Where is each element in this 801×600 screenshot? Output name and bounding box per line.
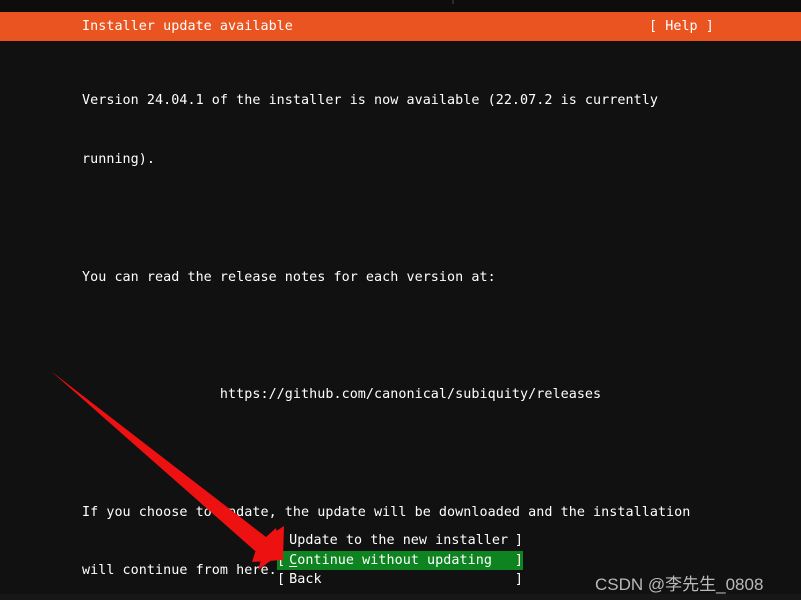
button-label: Back: [289, 572, 322, 588]
button-list: [ Update to the new installer ] [ Contin…: [277, 531, 523, 590]
text-line: running).: [82, 151, 156, 167]
top-edge-strip: [0, 0, 801, 12]
content-area: Version 24.04.1 of the installer is now …: [0, 41, 801, 600]
bracket-right: ]: [514, 533, 523, 548]
button-back[interactable]: [ Back ]: [277, 570, 523, 590]
text-line: If you choose to update, the update will…: [82, 504, 691, 520]
bracket-left: [: [277, 533, 286, 548]
release-notes-url: https://github.com/canonical/subiquity/r…: [82, 387, 602, 403]
bracket-right: ]: [514, 572, 523, 588]
button-label: Update to the new installer: [289, 533, 509, 548]
text-line-blank: [82, 209, 690, 229]
text-line: Version 24.04.1 of the installer is now …: [82, 93, 658, 109]
watermark: CSDN @李先生_0808: [595, 575, 764, 594]
button-update-to-new-installer[interactable]: [ Update to the new installer ]: [277, 531, 523, 551]
bracket-left: [: [277, 552, 286, 568]
header-bar: Installer update available [ Help ]: [0, 12, 801, 41]
bracket-left: [: [277, 572, 286, 588]
button-label-rest: ontinue without updating: [297, 552, 492, 568]
text-line: You can read the release notes for each …: [82, 269, 496, 285]
strip-tick: [452, 0, 454, 4]
installer-screen: Installer update available [ Help ] Vers…: [0, 0, 801, 600]
button-label: Continue without updating: [289, 551, 492, 571]
help-button[interactable]: [ Help ]: [649, 18, 714, 35]
text-line-blank: [82, 444, 690, 464]
page-title: Installer update available: [82, 19, 293, 34]
button-continue-without-updating[interactable]: [ Continue without updating ]: [277, 550, 523, 571]
description-text: Version 24.04.1 of the installer is now …: [82, 52, 690, 600]
bracket-right: ]: [514, 552, 523, 568]
bottom-edge-band: [0, 594, 801, 600]
text-line-blank: [82, 326, 690, 346]
